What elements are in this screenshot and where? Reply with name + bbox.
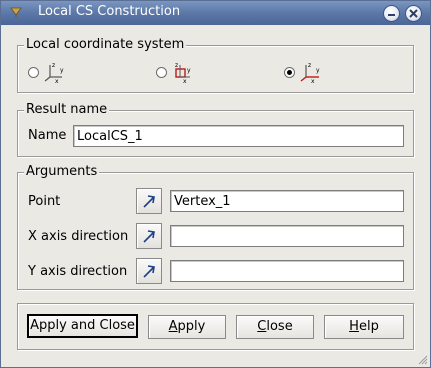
name-input[interactable]: LocalCS_1 — [73, 125, 404, 147]
help-button[interactable]: Help — [324, 315, 404, 339]
select-x-axis-button[interactable] — [136, 223, 162, 249]
cs-option-2-radio[interactable] — [156, 67, 167, 78]
cs-from-shape-icon: z y x — [175, 62, 191, 83]
svg-text:x: x — [183, 78, 187, 83]
apply-mnemonic: A — [168, 319, 178, 334]
select-y-axis-button[interactable] — [136, 258, 162, 284]
apply-button[interactable]: Apply — [148, 315, 226, 339]
svg-text:x: x — [311, 78, 315, 83]
select-arrow-icon — [143, 195, 155, 208]
cs-from-points-icon: z y x — [300, 62, 320, 83]
result-name-group-title: Result name — [24, 102, 110, 117]
resize-grip-icon[interactable] — [416, 353, 428, 365]
local-cs-group-title: Local coordinate system — [24, 37, 187, 52]
app-icon — [10, 7, 22, 17]
svg-text:y: y — [60, 67, 64, 74]
svg-text:y: y — [316, 67, 320, 74]
button-bar: Apply and Close Apply Close Help — [17, 303, 414, 350]
close-button[interactable]: Close — [236, 315, 314, 339]
svg-text:z: z — [175, 62, 178, 69]
name-label: Name — [28, 128, 67, 143]
title-bar[interactable]: Local CS Construction — [1, 1, 430, 25]
apply-and-close-button[interactable]: Apply and Close — [27, 314, 138, 338]
svg-text:y: y — [187, 67, 191, 74]
close-icon — [409, 9, 418, 18]
close-label-rest: lose — [266, 319, 293, 334]
minimize-button[interactable] — [383, 5, 400, 22]
svg-text:x: x — [55, 78, 59, 83]
minimize-icon — [388, 14, 395, 16]
close-window-button[interactable] — [405, 5, 422, 22]
window-title: Local CS Construction — [38, 4, 181, 19]
cs-from-plane-icon: z y x — [44, 62, 64, 83]
select-arrow-icon — [143, 265, 155, 278]
svg-text:z: z — [308, 62, 311, 69]
point-label: Point — [28, 194, 61, 209]
x-axis-direction-input[interactable] — [170, 225, 404, 247]
arguments-group: Arguments Point Vertex_1 X axis directio… — [17, 164, 414, 290]
arguments-group-title: Arguments — [24, 164, 100, 179]
svg-text:z: z — [52, 62, 55, 69]
help-mnemonic: H — [349, 319, 359, 334]
dialog-window: Local CS Construction Local coordinate s… — [0, 0, 431, 368]
help-label-rest: elp — [358, 319, 379, 334]
y-axis-direction-label: Y axis direction — [28, 264, 128, 279]
close-mnemonic: C — [257, 319, 267, 334]
select-point-button[interactable] — [136, 188, 162, 214]
result-name-group: Result name Name LocalCS_1 — [17, 102, 414, 157]
local-cs-group: Local coordinate system z y x z y x z y — [17, 37, 414, 93]
cs-option-1-radio[interactable] — [28, 67, 39, 78]
x-axis-direction-label: X axis direction — [28, 229, 129, 244]
y-axis-direction-input[interactable] — [170, 260, 404, 282]
apply-label-rest: pply — [177, 319, 206, 334]
select-arrow-icon — [143, 230, 155, 243]
cs-option-3-radio[interactable] — [284, 67, 295, 78]
point-input[interactable]: Vertex_1 — [170, 190, 404, 212]
